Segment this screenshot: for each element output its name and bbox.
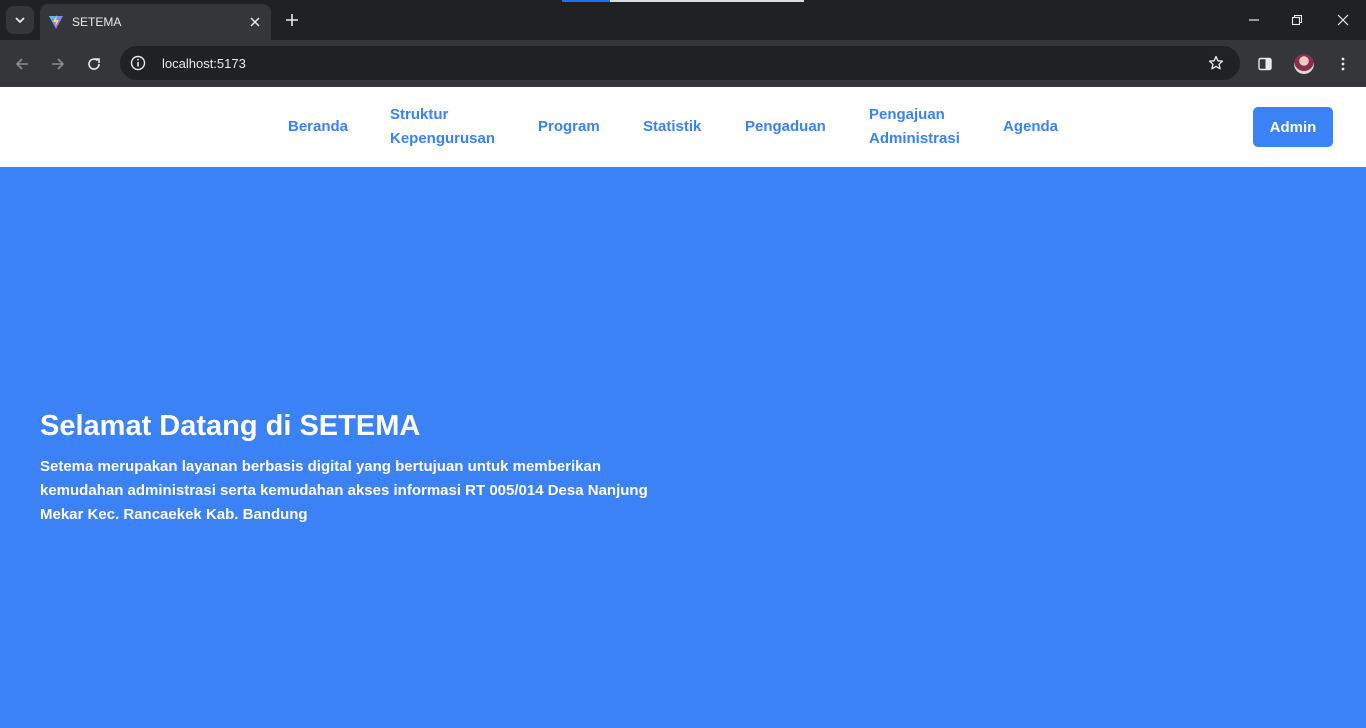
browser-menu-button[interactable] bbox=[1329, 50, 1357, 78]
close-icon bbox=[250, 17, 260, 27]
minimize-button[interactable] bbox=[1240, 6, 1268, 34]
browser-tab[interactable]: SETEMA bbox=[40, 4, 271, 40]
new-tab-button[interactable] bbox=[280, 8, 304, 32]
back-button[interactable] bbox=[8, 50, 36, 78]
site-info-button[interactable] bbox=[124, 49, 152, 77]
nav-item-pengaduan[interactable]: Pengaduan bbox=[745, 115, 826, 139]
more-vertical-icon bbox=[1341, 57, 1345, 71]
arrow-right-icon bbox=[52, 58, 65, 70]
reload-icon bbox=[88, 58, 100, 70]
info-icon bbox=[130, 55, 146, 71]
forward-button[interactable] bbox=[44, 50, 72, 78]
admin-button[interactable]: Admin bbox=[1253, 107, 1333, 147]
address-url: localhost:5173 bbox=[162, 55, 246, 71]
browser-tab-strip: SETEMA bbox=[0, 0, 1366, 40]
side-panel-button[interactable] bbox=[1251, 50, 1279, 78]
tab-strip-indicator bbox=[562, 0, 804, 2]
arrow-left-icon bbox=[15, 58, 28, 70]
hero-section: Selamat Datang di SETEMA Setema merupaka… bbox=[0, 167, 1366, 728]
close-window-button[interactable] bbox=[1329, 6, 1357, 34]
nav-item-beranda[interactable]: Beranda bbox=[288, 115, 348, 139]
nav-item-struktur-kepengurusan[interactable]: Struktur Kepengurusan bbox=[390, 103, 495, 151]
close-icon bbox=[1337, 14, 1349, 26]
hero-title: Selamat Datang di SETEMA bbox=[40, 410, 421, 442]
profile-button[interactable] bbox=[1290, 50, 1318, 78]
nav-item-statistik[interactable]: Statistik bbox=[643, 115, 701, 139]
reload-button[interactable] bbox=[80, 50, 108, 78]
nav-item-agenda[interactable]: Agenda bbox=[1003, 115, 1058, 139]
hero-description: Setema merupakan layanan berbasis digita… bbox=[40, 458, 648, 523]
minimize-icon bbox=[1249, 19, 1259, 21]
bookmark-button[interactable] bbox=[1202, 49, 1230, 77]
browser-toolbar: localhost:5173 bbox=[0, 40, 1366, 87]
side-panel-icon bbox=[1258, 57, 1272, 71]
tab-title: SETEMA bbox=[72, 15, 122, 29]
site-navbar: Beranda Struktur Kepengurusan Program St… bbox=[0, 87, 1366, 167]
close-tab-button[interactable] bbox=[245, 12, 265, 32]
vite-favicon-icon bbox=[49, 15, 63, 29]
address-bar[interactable]: localhost:5173 bbox=[120, 46, 1240, 80]
nav-item-program[interactable]: Program bbox=[538, 115, 600, 139]
nav-item-pengajuan-administrasi[interactable]: Pengajuan Administrasi bbox=[869, 103, 960, 151]
restore-icon bbox=[1291, 14, 1303, 26]
tab-search-button[interactable] bbox=[6, 6, 34, 34]
restore-button[interactable] bbox=[1283, 6, 1311, 34]
chevron-down-icon bbox=[15, 17, 25, 24]
plus-icon bbox=[286, 14, 298, 26]
avatar bbox=[1294, 54, 1314, 74]
star-icon bbox=[1208, 55, 1224, 70]
